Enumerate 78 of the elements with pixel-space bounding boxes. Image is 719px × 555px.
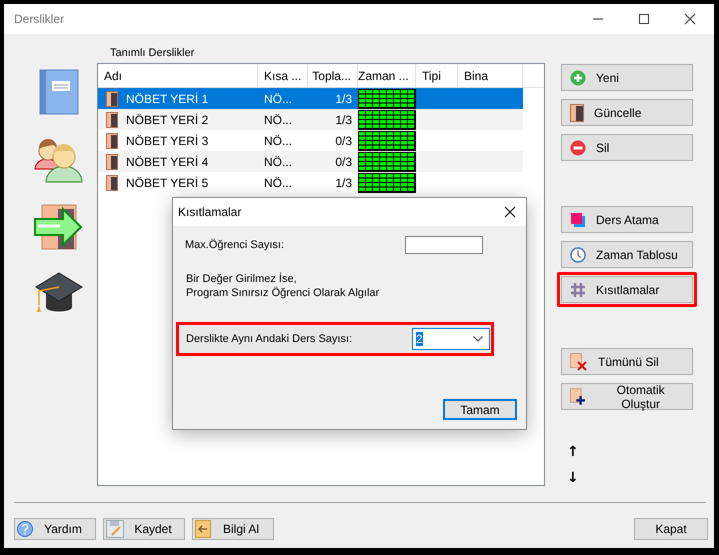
column-header[interactable]: Bina [458, 64, 523, 87]
footer-button[interactable]: Kaydet [103, 518, 185, 540]
squares-icon [570, 212, 586, 228]
column-header[interactable]: Tipi [416, 64, 458, 87]
arrow-left-icon [195, 520, 211, 538]
room-name: NÖBET YERİ 2 [126, 112, 208, 126]
door-icon [570, 104, 584, 122]
short-name: NÖ... [263, 132, 294, 150]
door-icon [106, 132, 118, 148]
column-header[interactable]: Topla... [308, 64, 358, 87]
max-students-field[interactable] [405, 236, 483, 254]
hash-icon [570, 282, 586, 298]
action-button[interactable]: Otomatik Oluştur [561, 383, 693, 410]
page-plus-icon [570, 388, 588, 406]
door-icon [106, 174, 118, 190]
column-header[interactable]: Zaman ... [358, 64, 416, 87]
close-button[interactable]: Kapat [634, 518, 708, 540]
close-icon[interactable] [504, 206, 516, 218]
action-button[interactable]: Yeni [561, 64, 693, 91]
short-name: NÖ... [263, 90, 294, 108]
door-icon [106, 112, 118, 128]
short-name: NÖ... [263, 154, 294, 170]
maximize-icon[interactable] [638, 13, 650, 25]
action-button[interactable]: Güncelle [561, 99, 693, 126]
list-row[interactable]: NÖBET YERİ 1 NÖ... 1/3 [98, 88, 523, 109]
footer-button[interactable]: Bilgi Al [192, 518, 274, 540]
note-text: Program Sınırsız Öğrenci Olarak Algılar [186, 286, 380, 300]
total-count: 1/3 [334, 174, 353, 192]
list-label: Tanımlı Derslikler [109, 47, 196, 61]
room-name: NÖBET YERİ 1 [126, 92, 208, 106]
move-button[interactable]: ↑ [561, 442, 585, 462]
action-button[interactable]: Ders Atama [561, 206, 693, 234]
list-row[interactable]: NÖBET YERİ 2 NÖ... 1/3 [98, 109, 523, 130]
move-button[interactable]: ↓ [561, 468, 585, 488]
floppy-icon [106, 520, 124, 538]
door-icon [106, 154, 118, 170]
column-header[interactable]: Kısa ... [258, 64, 308, 87]
lessons-dropdown[interactable]: 2 [412, 328, 490, 350]
column-header[interactable]: Adı [98, 64, 258, 87]
list-row[interactable]: NÖBET YERİ 5 NÖ... 1/3 [98, 172, 523, 193]
schedule-grid-icon [358, 88, 416, 108]
ok-button[interactable]: Tamam [443, 399, 517, 420]
close-icon[interactable] [684, 13, 696, 25]
total-count: 1/3 [334, 90, 353, 108]
graduation-cap-icon[interactable] [34, 271, 84, 315]
door-arrow-icon[interactable] [34, 203, 84, 251]
schedule-grid-icon [358, 152, 416, 172]
footer-button[interactable]: Yardım [14, 518, 96, 540]
book-icon[interactable] [38, 69, 78, 115]
field-label: Max.Öğrenci Sayısı: [185, 239, 284, 251]
short-name: NÖ... [263, 174, 294, 192]
list-row[interactable]: NÖBET YERİ 3 NÖ... 0/3 [98, 130, 523, 151]
action-button[interactable]: Kısıtlamalar [561, 276, 693, 304]
dialog-title: Kısıtlamalar [178, 205, 242, 219]
room-name: NÖBET YERİ 5 [126, 176, 208, 190]
window-title: Derslikler [14, 12, 64, 26]
room-name: NÖBET YERİ 4 [126, 154, 208, 168]
total-count: 0/3 [334, 154, 353, 170]
action-button[interactable]: Tümünü Sil [561, 348, 693, 375]
short-name: NÖ... [263, 112, 294, 128]
list-row[interactable]: NÖBET YERİ 4 NÖ... 0/3 [98, 151, 523, 172]
total-count: 1/3 [334, 112, 353, 128]
plus-icon [570, 70, 586, 86]
door-icon [106, 90, 118, 106]
action-button[interactable]: Sil [561, 134, 693, 161]
help-icon [17, 521, 33, 537]
chevron-down-icon [473, 336, 483, 342]
total-count: 0/3 [334, 132, 353, 150]
clock-icon [570, 246, 586, 263]
schedule-grid-icon [358, 172, 416, 192]
action-button[interactable]: Zaman Tablosu [561, 241, 693, 268]
field-label: Derslikte Aynı Andaki Ders Sayısı: [186, 333, 352, 345]
room-name: NÖBET YERİ 3 [126, 134, 208, 148]
page-x-icon [570, 352, 588, 370]
minus-icon [570, 140, 586, 156]
schedule-grid-icon [358, 110, 416, 130]
note-text: Bir Değer Girilmez İse, [186, 272, 298, 286]
schedule-grid-icon [358, 130, 416, 150]
